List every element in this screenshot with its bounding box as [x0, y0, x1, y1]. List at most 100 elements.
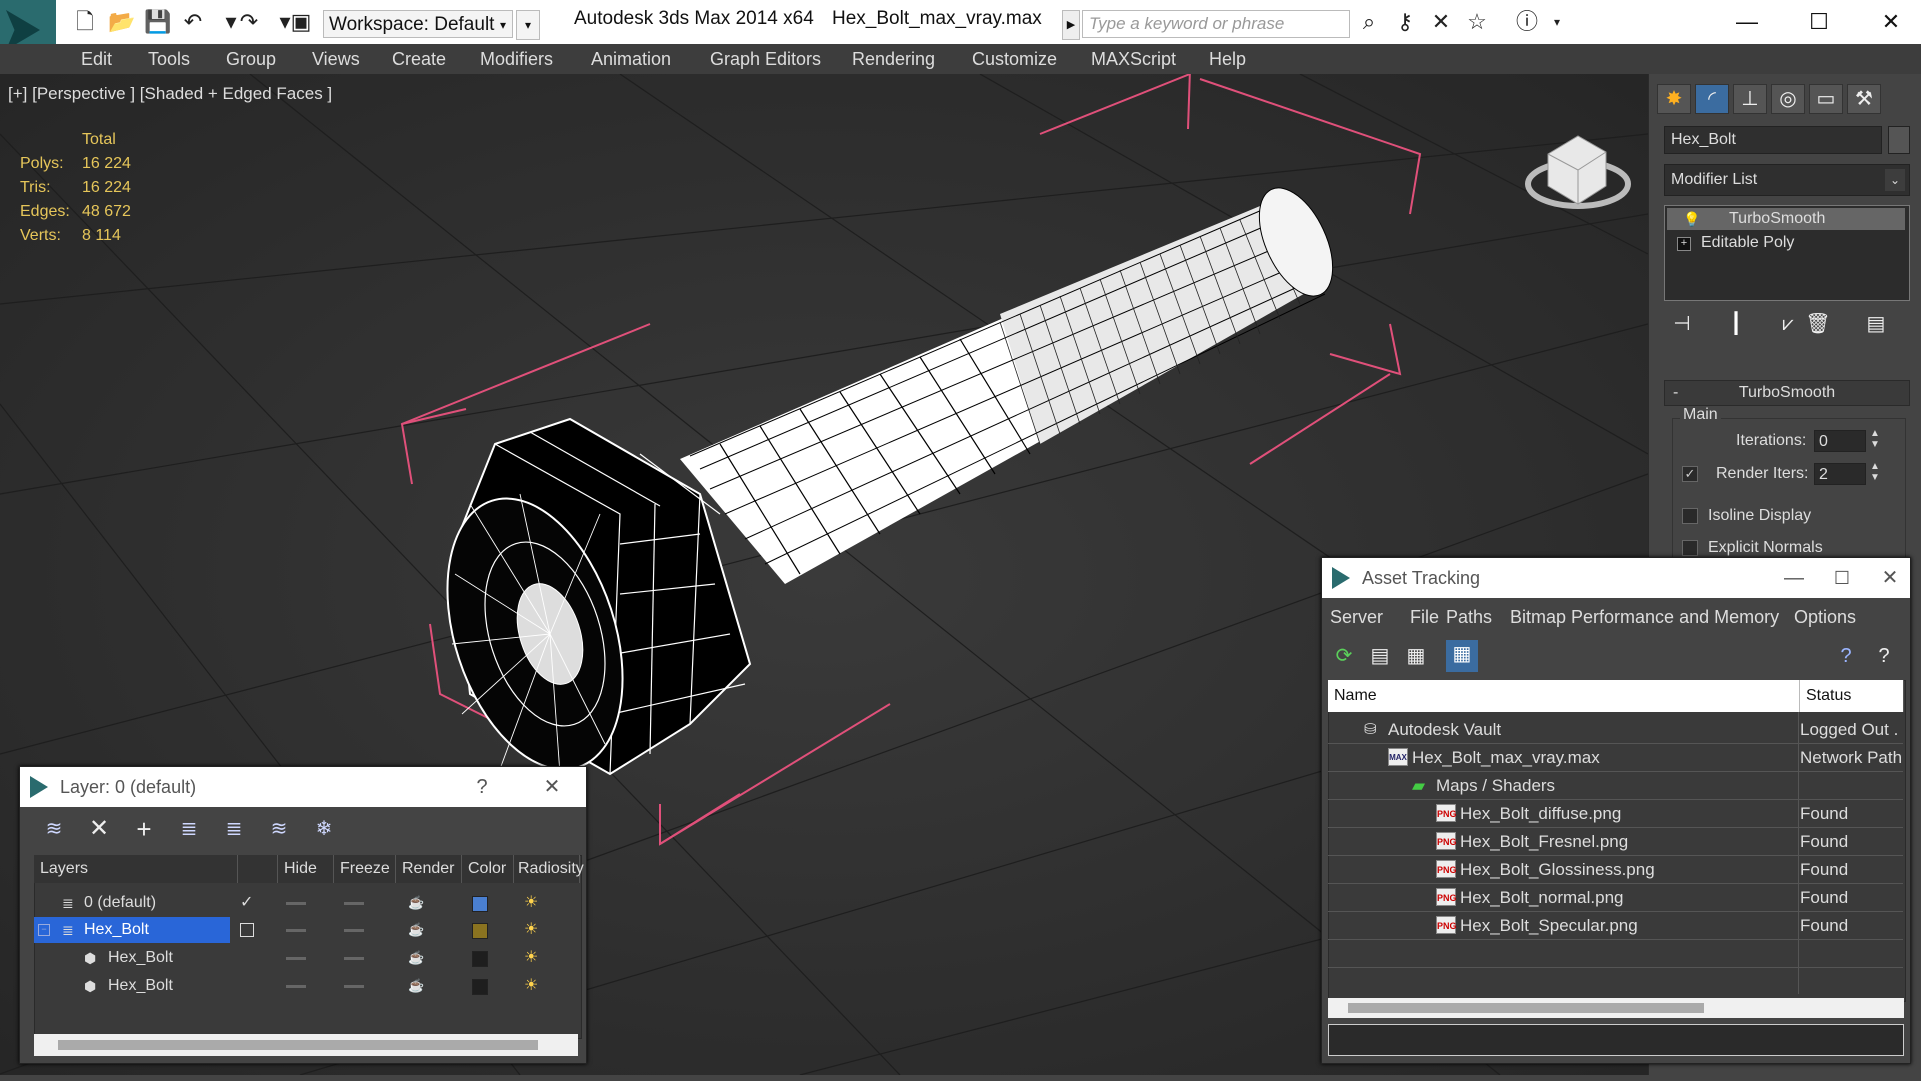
- delete-layer-icon[interactable]: ✕: [85, 815, 113, 843]
- col-header[interactable]: Radiosity: [514, 855, 584, 883]
- col-header[interactable]: Layers: [34, 855, 238, 883]
- table-view-icon[interactable]: ▦: [1446, 640, 1478, 672]
- asset-row[interactable]: ▰ Maps / Shaders: [1328, 772, 1903, 800]
- make-unique-icon[interactable]: ⩗: [1774, 310, 1802, 338]
- redo-icon[interactable]: ↷: [236, 10, 262, 34]
- col-header[interactable]: Freeze: [334, 855, 396, 883]
- remove-modifier-icon[interactable]: 🗑: [1804, 310, 1832, 338]
- menu-file[interactable]: File: [1410, 607, 1439, 628]
- stack-item-editable-poly[interactable]: + Editable Poly: [1667, 232, 1905, 254]
- render-iters-checkbox[interactable]: ✓: [1682, 466, 1698, 482]
- close-button[interactable]: ✕: [530, 767, 574, 807]
- modify-tab-icon[interactable]: ◜: [1695, 84, 1729, 114]
- menu-maxscript[interactable]: MAXScript: [1091, 49, 1176, 70]
- layer-row[interactable]: ⬢ Hex_Bolt ☕ ☀: [34, 945, 578, 971]
- layer-dialog-titlebar[interactable]: Layer: 0 (default) ? ✕: [20, 767, 586, 807]
- hide-toggle[interactable]: [286, 902, 306, 905]
- menu-create[interactable]: Create: [392, 49, 446, 70]
- current-layer-checkmark-icon[interactable]: ✓: [240, 890, 253, 916]
- asset-row[interactable]: PNG Hex_Bolt_diffuse.png Found: [1328, 800, 1903, 828]
- undo-icon[interactable]: ↶: [180, 10, 206, 34]
- help-button[interactable]: ?: [460, 767, 504, 807]
- render-teapot-icon[interactable]: ☕: [408, 917, 424, 943]
- close-button[interactable]: ✕: [1866, 4, 1916, 40]
- layer-hscroll[interactable]: [34, 1034, 578, 1056]
- hide-toggle[interactable]: [286, 929, 306, 932]
- favorites-star-icon[interactable]: ☆: [1464, 10, 1490, 34]
- col-header[interactable]: Color: [462, 855, 514, 883]
- menu-edit[interactable]: Edit: [81, 49, 112, 70]
- layer-row[interactable]: − ≣ Hex_Bolt ☕ ☀: [34, 917, 578, 943]
- refresh-icon[interactable]: ⟳: [1330, 642, 1358, 670]
- modifier-list-dropdown[interactable]: Modifier List ⌄: [1664, 164, 1910, 196]
- render-teapot-icon[interactable]: ☕: [408, 973, 424, 999]
- asset-dialog-titlebar[interactable]: Asset Tracking — ☐ ✕: [1322, 558, 1910, 598]
- col-header-status[interactable]: Status: [1800, 680, 1904, 712]
- radiosity-icon[interactable]: ☀: [524, 917, 538, 943]
- scroll-thumb[interactable]: [58, 1040, 538, 1050]
- motion-tab-icon[interactable]: ◎: [1771, 84, 1805, 114]
- freeze-all-layers-icon[interactable]: ❄: [310, 815, 338, 843]
- maximize-button[interactable]: ☐: [1794, 4, 1844, 40]
- menu-help[interactable]: Help: [1209, 49, 1246, 70]
- configure-sets-icon[interactable]: ▤: [1862, 310, 1890, 338]
- menu-rendering[interactable]: Rendering: [852, 49, 935, 70]
- make-current-box-icon[interactable]: [240, 923, 254, 937]
- menu-options[interactable]: Options: [1794, 607, 1856, 628]
- radiosity-icon[interactable]: ☀: [524, 890, 538, 916]
- minimize-button[interactable]: —: [1772, 558, 1816, 598]
- spinner-arrows-icon[interactable]: ▲ ▼: [1870, 461, 1880, 483]
- asset-row[interactable]: PNG Hex_Bolt_Glossiness.png Found: [1328, 856, 1903, 884]
- turbosmooth-rollout-header[interactable]: - TurboSmooth: [1664, 380, 1910, 406]
- menu-customize[interactable]: Customize: [972, 49, 1057, 70]
- menu-views[interactable]: Views: [312, 49, 360, 70]
- menu-graph-editors[interactable]: Graph Editors: [710, 49, 821, 70]
- list-view-icon[interactable]: ▤: [1366, 642, 1394, 670]
- layer-color-swatch[interactable]: [472, 923, 488, 939]
- help-dropdown-icon[interactable]: ▾: [1544, 10, 1570, 34]
- menu-modifiers[interactable]: Modifiers: [480, 49, 553, 70]
- help-icon[interactable]: ⓘ: [1514, 10, 1540, 34]
- menu-group[interactable]: Group: [226, 49, 276, 70]
- search-input[interactable]: Type a keyword or phrase: [1082, 10, 1350, 38]
- new-layer-icon[interactable]: ≋: [40, 815, 68, 843]
- help-icon[interactable]: ?: [1832, 642, 1860, 670]
- subscription-key-icon[interactable]: ⚷: [1392, 10, 1418, 34]
- show-end-result-icon[interactable]: ┃: [1722, 310, 1750, 338]
- asset-row[interactable]: MAX Hex_Bolt_max_vray.max Network Path: [1328, 744, 1903, 772]
- spinner-arrows-icon[interactable]: ▲ ▼: [1870, 428, 1880, 450]
- new-file-icon[interactable]: 🗋: [72, 10, 98, 34]
- menu-animation[interactable]: Animation: [591, 49, 671, 70]
- collapse-minus-icon[interactable]: −: [38, 924, 50, 936]
- hide-toggle[interactable]: [286, 985, 306, 988]
- menu-paths[interactable]: Paths: [1446, 607, 1492, 628]
- freeze-toggle[interactable]: [344, 902, 364, 905]
- render-teapot-icon[interactable]: ☕: [408, 890, 424, 916]
- layer-row[interactable]: ⬢ Hex_Bolt ☕ ☀: [34, 973, 578, 999]
- hide-all-layers-icon[interactable]: ≋: [265, 815, 293, 843]
- menu-bitmap-performance[interactable]: Bitmap Performance and Memory: [1510, 607, 1779, 628]
- workspace-select[interactable]: Workspace: Default ▾: [323, 10, 513, 38]
- maximize-button[interactable]: ☐: [1820, 558, 1864, 598]
- whats-this-icon[interactable]: ?: [1870, 642, 1898, 670]
- asset-hscroll[interactable]: [1328, 998, 1904, 1018]
- render-teapot-icon[interactable]: ☕: [408, 945, 424, 971]
- display-tab-icon[interactable]: ▭: [1809, 84, 1843, 114]
- stack-item-turbosmooth[interactable]: 💡 TurboSmooth: [1667, 208, 1905, 230]
- asset-path-field[interactable]: [1328, 1024, 1904, 1056]
- freeze-toggle[interactable]: [344, 957, 364, 960]
- menu-tools[interactable]: Tools: [148, 49, 190, 70]
- communication-icon[interactable]: ✕: [1428, 10, 1454, 34]
- workspace-menu-button[interactable]: ▾: [516, 10, 540, 40]
- thumbnail-view-icon[interactable]: ▦: [1402, 642, 1430, 670]
- layer-row[interactable]: ≣ 0 (default) ✓ ☕ ☀: [34, 890, 578, 916]
- search-expand-button[interactable]: ▶: [1062, 10, 1080, 40]
- expand-plus-icon[interactable]: +: [1677, 237, 1691, 251]
- object-name-field[interactable]: Hex_Bolt: [1664, 126, 1882, 154]
- minimize-button[interactable]: —: [1722, 4, 1772, 40]
- asset-row[interactable]: PNG Hex_Bolt_Specular.png Found: [1328, 912, 1903, 940]
- col-header[interactable]: Hide: [278, 855, 334, 883]
- iterations-spinner[interactable]: 0: [1814, 430, 1866, 452]
- explicit-normals-checkbox[interactable]: [1682, 540, 1698, 556]
- binoculars-icon[interactable]: ⌕: [1356, 10, 1382, 34]
